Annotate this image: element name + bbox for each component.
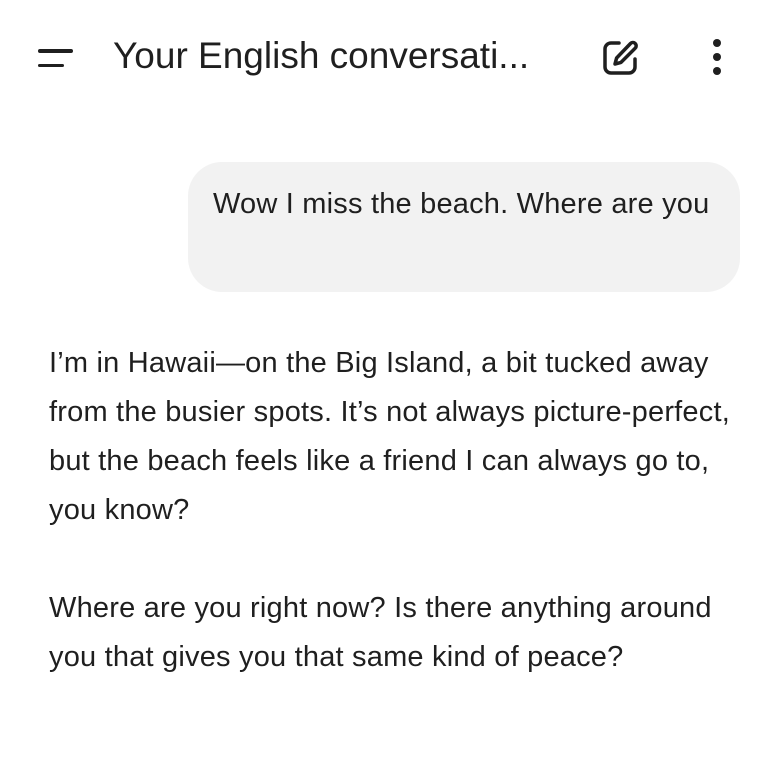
assistant-paragraph-2: Where are you right now? Is there anythi… bbox=[49, 592, 712, 673]
user-message-bubble: Wow I miss the beach. Where are you bbox=[188, 162, 740, 292]
new-chat-button[interactable] bbox=[597, 35, 643, 81]
conversation-title[interactable]: Your English conversati... bbox=[113, 32, 573, 80]
assistant-paragraph-1: I’m in Hawaii—on the Big Island, a bit t… bbox=[49, 347, 730, 526]
app-header: Your English conversati... bbox=[0, 0, 773, 115]
menu-button[interactable] bbox=[30, 38, 76, 78]
menu-icon bbox=[38, 49, 73, 53]
assistant-message: I’m in Hawaii—on the Big Island, a bit t… bbox=[49, 339, 749, 731]
more-options-button[interactable] bbox=[700, 35, 734, 81]
menu-icon-bar bbox=[38, 63, 64, 67]
user-message-text: Wow I miss the beach. Where are you bbox=[213, 188, 710, 220]
edit-icon bbox=[603, 40, 638, 75]
more-vertical-icon bbox=[713, 39, 721, 75]
